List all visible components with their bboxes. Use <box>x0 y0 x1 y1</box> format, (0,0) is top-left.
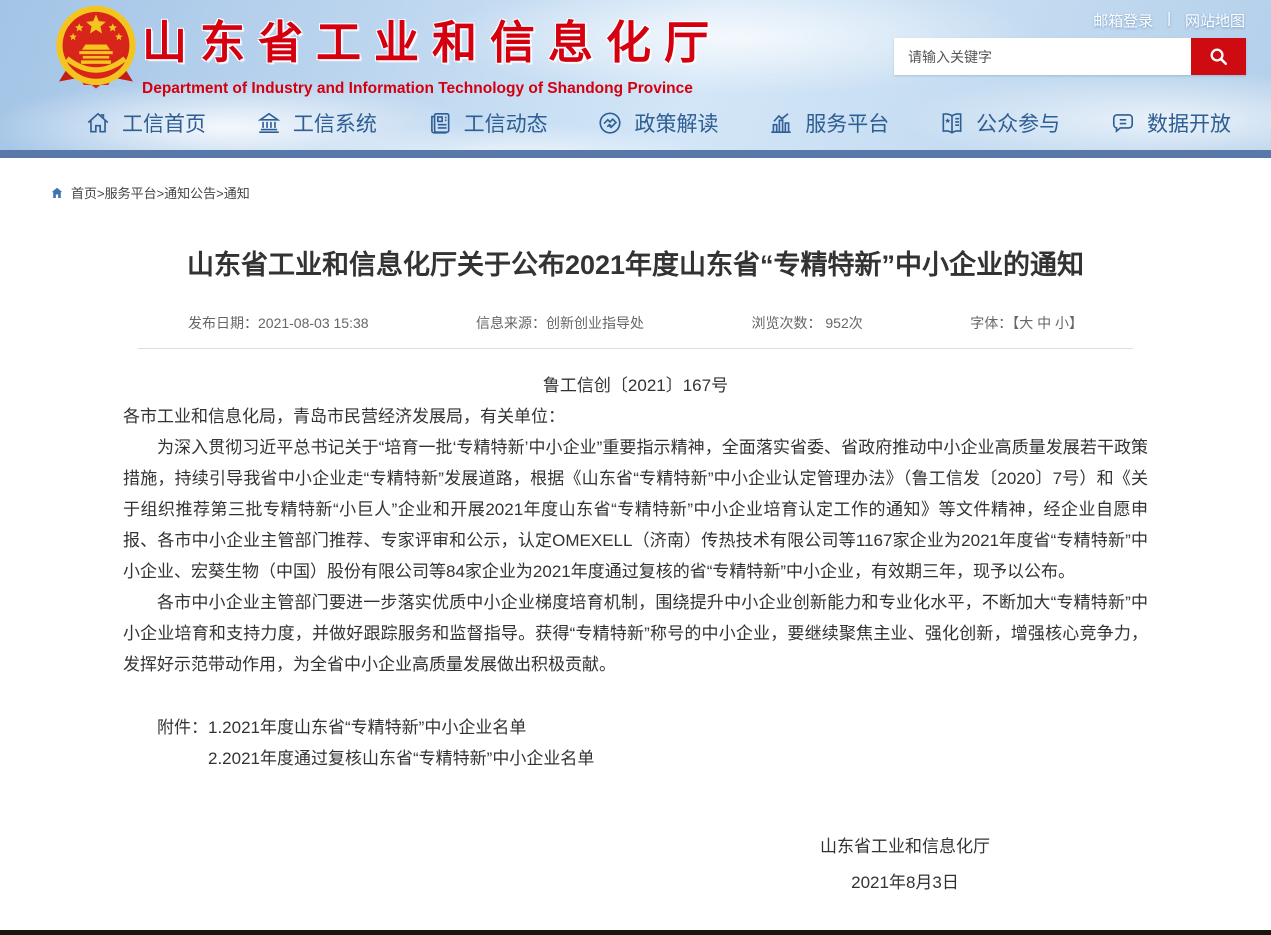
article-body: 鲁工信创〔2021〕167号 各市工业和信息化局，青岛市民营经济发展局，有关单位… <box>123 370 1148 901</box>
speech-bubble-icon <box>1110 110 1136 136</box>
institution-icon <box>256 110 282 136</box>
document-number: 鲁工信创〔2021〕167号 <box>123 370 1148 401</box>
top-links: 邮箱登录 | 网站地图 <box>1093 10 1245 31</box>
nav-item-open-data[interactable]: 数据开放 <box>1110 108 1231 138</box>
search-bar <box>894 38 1246 75</box>
nav-item-services[interactable]: 服务平台 <box>768 108 889 138</box>
font-size-label: 字体： <box>970 315 1012 331</box>
footer-top-edge <box>0 930 1271 935</box>
nav-label: 工信系统 <box>293 108 377 138</box>
search-icon <box>1207 45 1230 68</box>
site-header: 山东省工业和信息化厅 Department of Industry and In… <box>0 0 1271 150</box>
article-meta: 发布日期：2021-08-03 15:38 信息来源：创新创业指导处 浏览次数：… <box>188 313 1083 333</box>
site-subtitle: Department of Industry and Information T… <box>142 80 722 98</box>
attachment-link-2[interactable]: 2.2021年度通过复核山东省“专精特新”中小企业名单 <box>123 743 1148 774</box>
font-size-buttons[interactable]: 【大 中 小】 <box>1012 315 1083 331</box>
site-titles: 山东省工业和信息化厅 Department of Industry and In… <box>142 6 722 98</box>
font-size-control: 字体：【大 中 小】 <box>970 313 1083 333</box>
breadcrumb-home-icon <box>50 186 64 200</box>
signature-org: 山东省工业和信息化厅 <box>820 829 990 865</box>
nav-label: 工信首页 <box>122 108 206 138</box>
breadcrumb-path: 首页>服务平台>通知公告>通知 <box>71 183 250 202</box>
mail-login-link[interactable]: 邮箱登录 <box>1093 10 1153 31</box>
bar-chart-icon <box>768 110 794 136</box>
header-divider-bar <box>0 150 1271 158</box>
info-source: 信息来源：创新创业指导处 <box>476 313 644 333</box>
handshake-icon <box>597 110 623 136</box>
signature-block: 山东省工业和信息化厅 2021年8月3日 <box>820 829 990 901</box>
article-title: 山东省工业和信息化厅关于公布2021年度山东省“专精特新”中小企业的通知 <box>131 244 1141 286</box>
book-star-icon <box>939 110 965 136</box>
view-count: 浏览次数： 952次 <box>751 313 862 333</box>
attachment-link-1[interactable]: 附件：1.2021年度山东省“专精特新”中小企业名单 <box>123 712 1148 743</box>
sitemap-link[interactable]: 网站地图 <box>1185 10 1245 31</box>
main-nav: 工信首页 工信系统 工信动态 <box>0 97 1271 149</box>
nav-item-system[interactable]: 工信系统 <box>256 108 377 138</box>
nav-label: 服务平台 <box>805 108 889 138</box>
paragraph: 各市中小企业主管部门要进一步落实优质中小企业梯度培育机制，围绕提升中小企业创新能… <box>123 587 1148 680</box>
search-input[interactable] <box>894 38 1191 75</box>
paragraph: 为深入贯彻习近平总书记关于“培育一批‘专精特新’中小企业”重要指示精神，全面落实… <box>123 432 1148 587</box>
page: 山东省工业和信息化厅 Department of Industry and In… <box>0 0 1271 935</box>
nav-item-participation[interactable]: 公众参与 <box>939 108 1060 138</box>
salutation: 各市工业和信息化局，青岛市民营经济发展局，有关单位： <box>123 401 1148 432</box>
site-title: 山东省工业和信息化厅 <box>142 6 722 71</box>
breadcrumb[interactable]: 首页>服务平台>通知公告>通知 <box>50 183 1271 202</box>
nav-item-news[interactable]: 工信动态 <box>427 108 548 138</box>
search-button[interactable] <box>1191 38 1246 75</box>
nav-label: 数据开放 <box>1147 108 1231 138</box>
attachments: 附件：1.2021年度山东省“专精特新”中小企业名单 2.2021年度通过复核山… <box>123 712 1148 774</box>
home-icon <box>85 110 111 136</box>
nav-label: 公众参与 <box>976 108 1060 138</box>
nav-item-policy[interactable]: 政策解读 <box>597 108 718 138</box>
news-icon <box>427 110 453 136</box>
signature-date: 2021年8月3日 <box>851 865 959 901</box>
top-links-divider: | <box>1167 10 1171 31</box>
meta-divider-line <box>138 348 1133 349</box>
national-emblem-logo <box>52 4 140 92</box>
nav-label: 工信动态 <box>464 108 548 138</box>
publish-date: 发布日期：2021-08-03 15:38 <box>188 313 369 333</box>
nav-item-home[interactable]: 工信首页 <box>85 108 206 138</box>
nav-label: 政策解读 <box>634 108 718 138</box>
